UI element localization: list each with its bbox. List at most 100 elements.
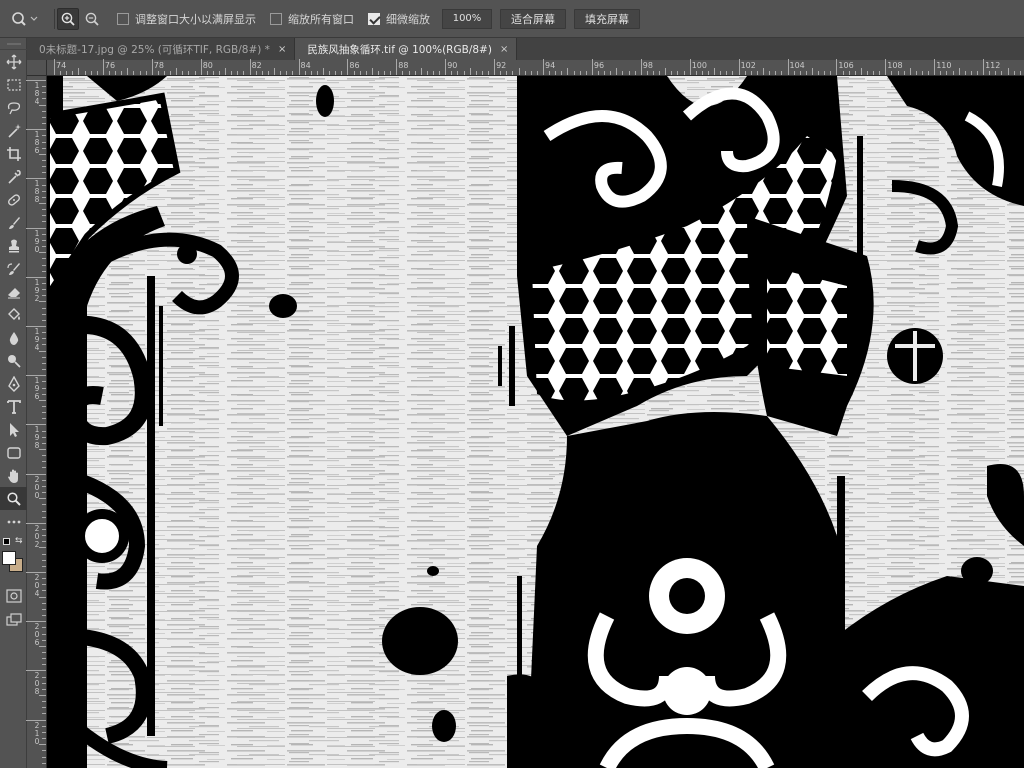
pen-tool-button[interactable] [0,372,27,395]
ruler-minor-tick [463,71,465,75]
document-canvas[interactable] [47,76,1024,768]
tab-ethnic-loop[interactable]: 民族风抽象循环.tif @ 100%(RGB/8#) × [295,38,518,60]
vertical-ruler[interactable]: 184 186 188 190 192 194 196 198 200 202 204 206 208 2… [26,76,47,768]
rectangle-tool-icon [6,446,21,459]
ruler-minor-tick [42,92,46,94]
document-tabs: 0未标题-17.jpg @ 25% (可循环TIF, RGB/8#) * × 民… [27,38,1024,60]
ruler-label: 198 [34,425,40,451]
foreground-color-swatch[interactable] [2,551,16,565]
color-swatches[interactable]: ⇆ [0,536,27,582]
ruler-minor-tick [42,418,46,420]
eyedropper-tool-button[interactable] [0,165,27,188]
ruler-tick [934,59,936,75]
ruler-origin[interactable] [27,60,47,76]
rectangle-tool-button[interactable] [0,441,27,464]
ruler-minor-tick [506,71,508,75]
ruler-minor-tick [42,159,46,161]
fit-screen-button[interactable]: 适合屏幕 [500,8,566,29]
ruler-minor-tick [42,608,46,610]
blur-tool-button[interactable] [0,326,27,349]
zoom-all-windows-checkbox[interactable] [270,12,282,25]
ruler-minor-tick [42,86,46,88]
ruler-minor-tick [42,289,46,291]
ruler-minor-tick [500,71,502,75]
zoom-percent-field[interactable]: 100% [442,8,492,29]
marquee-tool-button[interactable] [0,73,27,96]
ruler-minor-tick [42,307,46,309]
zoom-all-windows-option[interactable]: 缩放所有窗口 [270,11,354,27]
ruler-minor-tick [42,725,46,727]
ruler-label: 78 [153,61,164,70]
type-tool-button[interactable] [0,395,27,418]
screen-mode-button[interactable] [0,608,27,631]
eyedropper-tool-icon [7,169,21,184]
ruler-label: 90 [447,61,458,70]
hand-tool-button[interactable] [0,464,27,487]
ruler-minor-tick [970,71,972,75]
ruler-minor-tick [42,264,46,266]
horizontal-ruler[interactable]: 74 76 78 80 82 84 86 88 90 92 94 96 98 100 102 104 106 10… [47,59,1024,76]
magic-wand-tool-button[interactable] [0,119,27,142]
ruler-minor-tick [42,381,46,383]
tab-untitled-17[interactable]: 0未标题-17.jpg @ 25% (可循环TIF, RGB/8#) * × [27,38,296,60]
ruler-minor-tick [830,71,832,75]
ruler-label: 74 [56,61,67,70]
ruler-minor-tick [42,455,46,457]
path-selection-tool-button[interactable] [0,418,27,441]
ruler-minor-tick [341,71,343,75]
close-icon[interactable]: × [278,44,286,55]
tool-preset-picker[interactable] [10,10,46,28]
close-icon[interactable]: × [500,44,508,55]
default-colors-icon[interactable] [3,538,10,545]
ruler-minor-tick [646,71,648,75]
ruler-minor-tick [39,744,46,746]
fill-screen-button[interactable]: 填充屏幕 [574,8,640,29]
zoom-in-button[interactable] [57,7,79,30]
resize-windows-checkbox[interactable] [117,12,129,25]
scrubby-zoom-label: 细微缩放 [386,12,430,26]
ruler-minor-tick [42,504,46,506]
more-tools-button[interactable] [0,510,27,533]
move-tool-button[interactable] [0,50,27,73]
lasso-tool-button[interactable] [0,96,27,119]
history-brush-tool-button[interactable] [0,257,27,280]
paint-bucket-tool-button[interactable] [0,303,27,326]
ruler-minor-tick [42,110,46,112]
resize-windows-option[interactable]: 调整窗口大小以满屏显示 [117,11,256,27]
ruler-minor-tick [42,738,46,740]
ruler-minor-tick [1001,71,1003,75]
ruler-minor-tick [610,71,612,75]
ruler-minor-tick [701,71,703,75]
healing-brush-tool-button[interactable] [0,188,27,211]
scrubby-zoom-option[interactable]: 细微缩放 [368,11,430,27]
crop-tool-button[interactable] [0,142,27,165]
ruler-minor-tick [42,369,46,371]
zoom-tool-button[interactable] [0,487,27,510]
magic-wand-tool-icon [7,123,21,138]
ruler-minor-tick [616,68,618,75]
ruler-minor-tick [39,203,46,204]
panel-grip[interactable] [0,38,27,50]
ruler-minor-tick [634,71,636,75]
ruler-tick [885,59,887,75]
clone-stamp-tool-icon [8,239,19,252]
ruler-minor-tick [42,116,46,118]
ruler-minor-tick [842,71,844,75]
brush-tool-button[interactable] [0,211,27,234]
ruler-minor-tick [182,71,184,75]
dodge-tool-button[interactable] [0,349,27,372]
ruler-minor-tick [164,71,166,75]
ruler-minor-tick [60,71,62,75]
ruler-minor-tick [42,196,46,198]
ruler-minor-tick [1019,71,1021,75]
ruler-minor-tick [469,68,471,75]
quick-mask-button[interactable] [0,584,27,607]
scrubby-zoom-checkbox[interactable] [368,12,380,25]
eraser-tool-button[interactable] [0,280,27,303]
ruler-minor-tick [359,71,361,75]
ruler-minor-tick [487,71,489,75]
swap-colors-icon[interactable]: ⇆ [15,536,23,546]
clone-stamp-tool-button[interactable] [0,234,27,257]
zoom-out-button[interactable] [81,8,103,30]
ruler-minor-tick [683,71,685,75]
